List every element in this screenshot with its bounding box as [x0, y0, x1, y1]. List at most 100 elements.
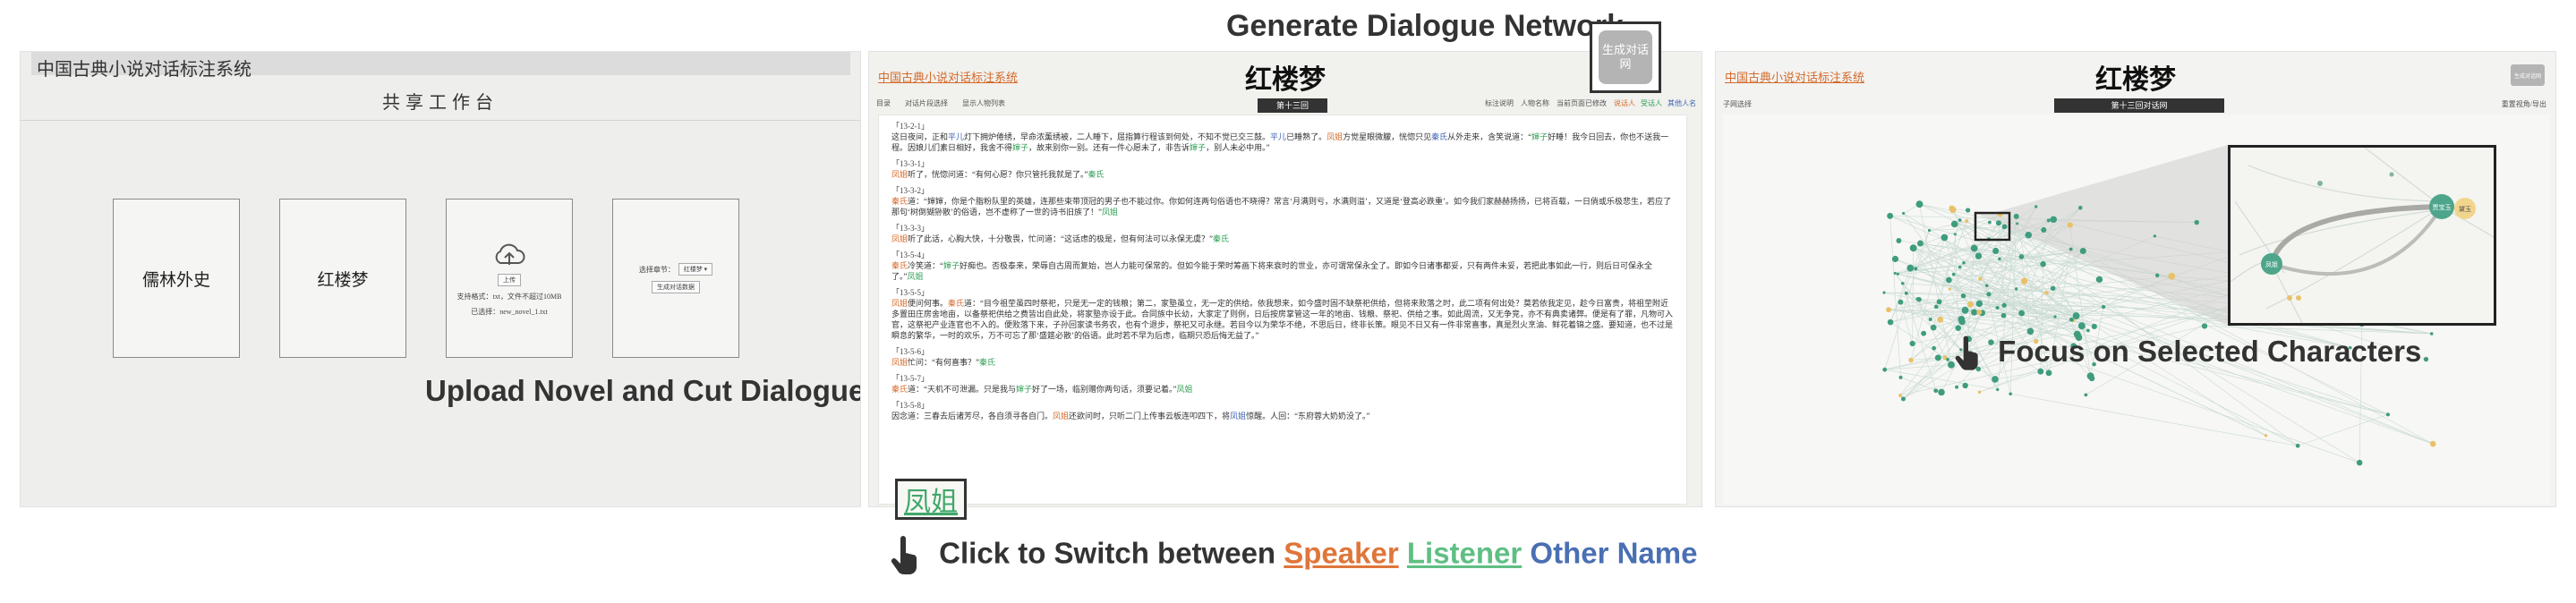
click-switch-annotation: Click to Switch between Speaker Listener… [890, 535, 1697, 576]
network-node [1898, 299, 1904, 305]
network-node [1998, 257, 2001, 261]
listener-name[interactable]: 婶子 [1190, 143, 1206, 152]
network-node [1900, 396, 1906, 402]
hand-pointer-icon [1955, 335, 1978, 370]
book-card-hongloumeng[interactable]: 红楼梦 [279, 199, 406, 358]
tool-segment-select[interactable]: 对话片段选择 [905, 99, 948, 107]
chapter-select[interactable]: 红楼梦 ▾ [678, 263, 713, 276]
network-node [2026, 327, 2034, 335]
listener-name[interactable]: 婶子 [1531, 132, 1548, 141]
network-node [1915, 200, 1923, 208]
dialogue-annotation-panel: 中国古典小说对话标注系统 红楼梦 目录 对话片段选择 显示人物列表 标注说明 人… [868, 51, 1702, 507]
dialogue-fragment: 听了，恍惚问道：“有何心愿？你只管托我就是了。” [908, 170, 1088, 179]
zoomed-name-toggle[interactable]: 凤姐 [895, 479, 967, 520]
listener-name[interactable]: 秦氏 [1088, 170, 1105, 179]
network-node [1928, 318, 1932, 322]
network-node [1898, 375, 1903, 379]
speaker-name[interactable]: 凤姐 [891, 170, 908, 179]
tool-subnet[interactable]: 子网选择 [1723, 100, 1752, 108]
workspace-heading: 共享工作台 [382, 93, 499, 113]
dialogue-item: 「13-3-2」 秦氏道：“婶婶，你是个脂粉队里的英雄，连那些束带顶冠的男子也不能… [891, 185, 1674, 217]
listener-name[interactable]: 婶子 [1016, 385, 1032, 394]
speaker-label: Speaker [1284, 536, 1399, 570]
focus-annotation: Focus on Selected Characters [1954, 335, 2421, 372]
network-node [1975, 252, 1983, 259]
brand-link[interactable]: 中国古典小说对话标注系统 [1725, 68, 1864, 85]
network-node [1978, 276, 1983, 281]
network-node [1934, 354, 1941, 361]
network-node [2013, 213, 2019, 219]
network-node [2295, 443, 2300, 448]
chapter-tab[interactable]: 第十三回 [1258, 98, 1327, 113]
dialogue-text: 秦氏道：“天机不可泄漏。只是我与婶子好了一场，临别赠你两句话，须要记着。”凤姐 [891, 384, 1674, 395]
network-node [2041, 226, 2047, 234]
speaker-name[interactable]: 凤姐 [1053, 412, 1069, 420]
network-node [1882, 291, 1886, 294]
other-name[interactable]: 平儿 [1270, 132, 1286, 141]
upload-note: 支持格式：txt，文件不超过10MB [456, 293, 562, 301]
dialogue-text: 凤姐听了，恍惚问道：“有何心愿？你只管托我就是了。”秦氏 [891, 169, 1674, 180]
listener-name[interactable]: 凤姐 [1102, 208, 1118, 217]
listener-name[interactable]: 婶子 [1012, 143, 1028, 152]
network-node [2201, 323, 2208, 329]
other-name-label: Other Name [1530, 536, 1698, 570]
dialogue-id: 「13-5-7」 [891, 374, 929, 383]
generate-network-button-small[interactable]: 生成对话网 [2511, 64, 2545, 86]
speaker-name[interactable]: 凤姐 [891, 234, 908, 243]
listener-name[interactable]: 秦氏 [979, 358, 995, 367]
upload-button[interactable]: 上传 [498, 274, 521, 286]
book-card-rulin[interactable]: 儒林外史 [113, 199, 240, 358]
listener-name[interactable]: 婶子 [943, 261, 960, 270]
network-node [2018, 310, 2026, 317]
listener-name[interactable]: 秦氏 [1213, 234, 1229, 243]
network-node [2072, 312, 2080, 319]
network-node [2020, 277, 2028, 285]
speaker-name[interactable]: 秦氏 [891, 261, 908, 270]
network-node [1887, 318, 1894, 326]
network-node [2009, 392, 2012, 396]
speaker-name[interactable]: 秦氏 [948, 299, 964, 308]
generate-dialogue-button[interactable]: 生成对话数据 [652, 281, 700, 293]
other-name[interactable]: 凤姐 [1230, 412, 1246, 420]
dialogue-fragment: 从外走来，含笑说道：“ [1447, 132, 1532, 141]
brand-link[interactable]: 中国古典小说对话标注系统 [878, 68, 1018, 85]
generate-network-button[interactable]: 生成对话网 [1599, 30, 1652, 84]
tool-character-list[interactable]: 显示人物列表 [962, 99, 1005, 107]
speaker-name[interactable]: 凤姐 [891, 299, 908, 308]
dialogue-fragment: 道：“天机不可泄漏。只是我与 [908, 385, 1017, 394]
tool-catalog[interactable]: 目录 [876, 99, 891, 107]
speaker-name[interactable]: 凤姐 [891, 358, 908, 367]
network-node [1921, 330, 1927, 336]
network-tab[interactable]: 第十三回对话网 [2054, 98, 2224, 113]
other-name[interactable]: 平儿 [948, 132, 964, 141]
upload-workspace-panel: 中国古典小说对话标注系统 共享工作台 儒林外史 红楼梦 上传 支持格式：txt，… [20, 51, 861, 507]
node-label-fengjie: 凤姐 [2265, 260, 2278, 268]
network-node [2050, 285, 2056, 292]
speaker-name[interactable]: 秦氏 [891, 385, 908, 394]
tool-reset[interactable]: 重置视角/导出 [2502, 99, 2546, 109]
network-node [2078, 205, 2083, 210]
network-node [1914, 267, 1918, 271]
dialogue-list: 「13-2-1」 这日夜间，正和平儿灯下拥炉倦绣，早命浓薰绣被，二人睡下，屈指算行… [878, 115, 1687, 505]
other-name[interactable]: 秦氏 [1431, 132, 1447, 141]
network-node [2000, 312, 2007, 318]
network-node [1953, 233, 1957, 236]
network-node [1962, 260, 1966, 265]
dialogue-item: 「13-3-1」 凤姐听了，恍惚问道：“有何心愿？你只管托我就是了。”秦氏 [891, 158, 1674, 180]
book-title: 红楼梦 [2095, 65, 2176, 95]
tool-names[interactable]: 人物名称 [1521, 99, 1549, 107]
dialogue-id: 「13-3-1」 [891, 159, 929, 168]
network-node [2079, 247, 2086, 255]
speaker-name[interactable]: 凤姐 [1326, 132, 1343, 141]
dialogue-fragment: 灯下拥炉倦绣，早命浓薰绣被，二人睡下，屈指算行程该到何处，不知不觉已交三鼓。 [964, 132, 1271, 141]
tool-help[interactable]: 标注说明 [1485, 99, 1514, 107]
listener-name[interactable]: 凤姐 [1177, 385, 1193, 394]
network-node [1962, 382, 1968, 389]
network-node [1971, 309, 1978, 316]
listener-name[interactable]: 凤姐 [908, 272, 924, 281]
upload-card[interactable]: 上传 支持格式：txt，文件不超过10MB 已选择：new_novel_1.tx… [446, 199, 573, 358]
zoom-inset-graph: 凤姐 贾宝玉 黛玉 [2231, 148, 2494, 323]
network-node [2018, 254, 2025, 259]
speaker-name[interactable]: 秦氏 [891, 197, 908, 206]
book-title: 红楼梦 [1245, 65, 1326, 95]
